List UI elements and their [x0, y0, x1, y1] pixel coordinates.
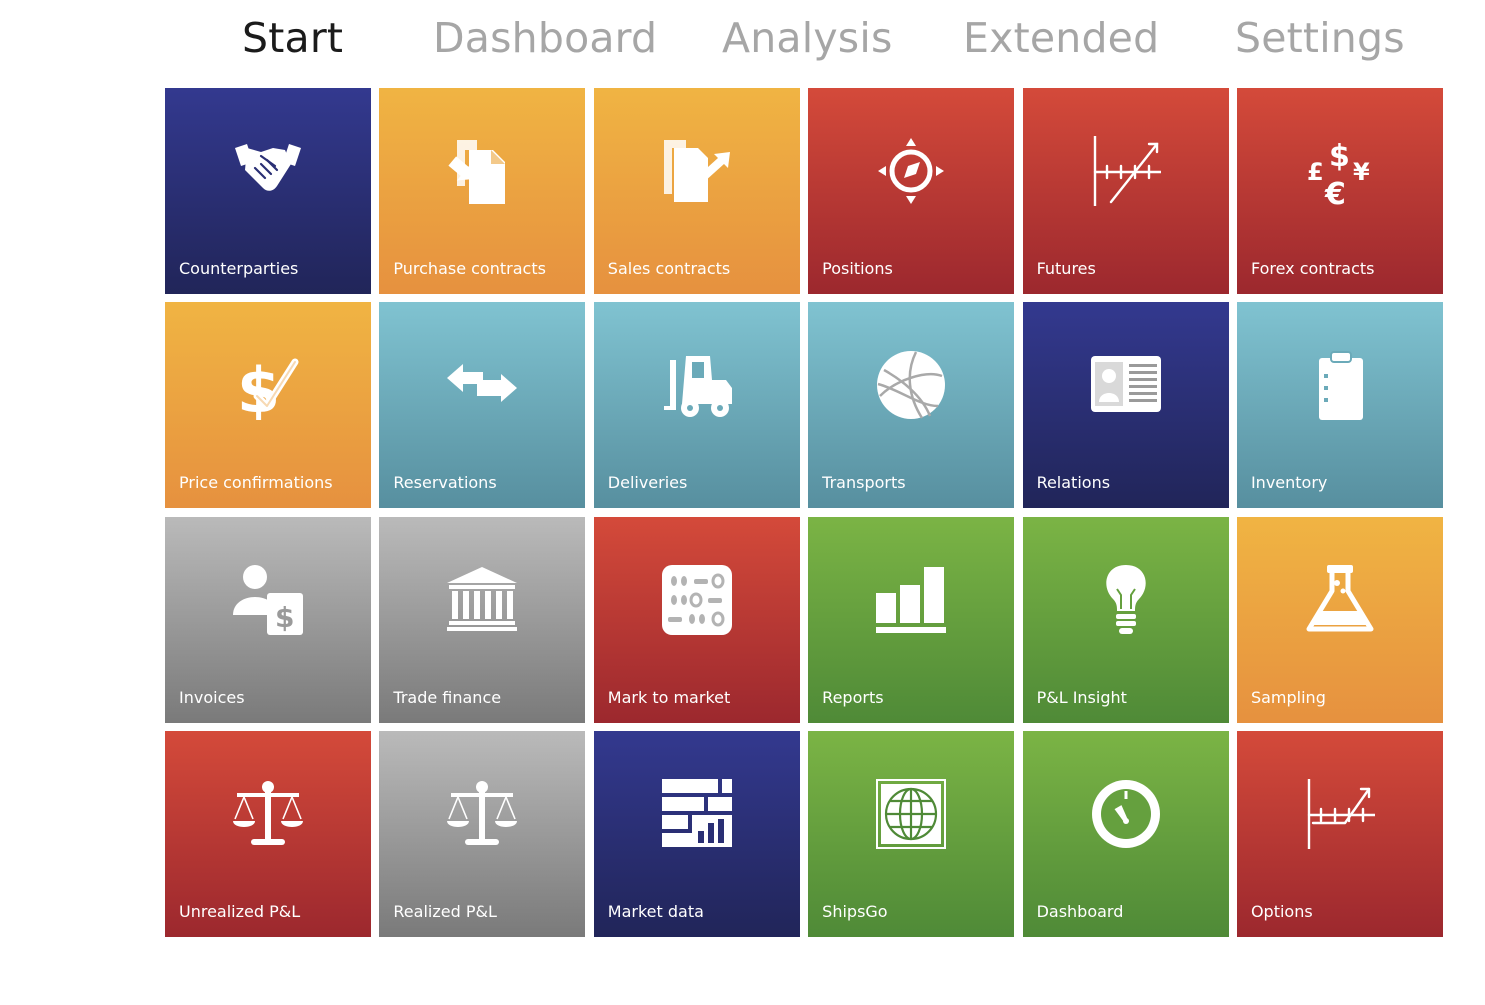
- tab-dashboard[interactable]: Dashboard: [433, 10, 657, 66]
- tile-label: P&L Insight: [1036, 687, 1127, 707]
- tile-deliveries[interactable]: Deliveries: [593, 302, 800, 509]
- tile-label: Counterparties: [179, 259, 299, 278]
- tile-reports[interactable]: Reports: [808, 516, 1015, 723]
- tile-label: Trade finance: [393, 687, 502, 707]
- gauge-icon: [1091, 779, 1161, 849]
- tile-positions[interactable]: Positions: [808, 88, 1015, 294]
- tile-label: ShipsGo: [822, 902, 888, 922]
- tile-label: Sales contracts: [607, 259, 731, 278]
- tab-settings[interactable]: Settings: [1235, 10, 1405, 66]
- tile-pl-insight[interactable]: P&L Insight: [1022, 516, 1229, 723]
- tab-analysis[interactable]: Analysis: [722, 10, 893, 66]
- tile-inventory[interactable]: Inventory: [1236, 302, 1443, 509]
- dollar-check-icon: $: [233, 350, 303, 420]
- svg-text:$: $: [275, 601, 294, 634]
- futures-chart-icon: [1091, 136, 1161, 206]
- sales-documents-icon: [662, 136, 732, 206]
- tile-label: Futures: [1036, 259, 1096, 278]
- tile-realized-pl[interactable]: Realized P&L: [379, 731, 586, 938]
- tile-shipsgo[interactable]: ShipsGo: [808, 731, 1015, 938]
- tile-label: Options: [1250, 902, 1313, 922]
- bar-chart-icon: [876, 565, 947, 635]
- svg-text:$: $: [237, 354, 280, 420]
- tile-label: Transports: [822, 473, 906, 493]
- tile-label: Price confirmations: [179, 473, 333, 493]
- tile-label: Deliveries: [607, 473, 688, 493]
- scale-icon: [447, 779, 518, 849]
- tile-label: Market data: [607, 902, 704, 922]
- tile-options[interactable]: Options: [1236, 731, 1443, 938]
- tile-counterparties[interactable]: Counterparties: [165, 88, 371, 294]
- tile-label: Sampling: [1250, 687, 1326, 707]
- tile-sampling[interactable]: Sampling: [1236, 516, 1443, 723]
- tile-market-data[interactable]: Market data: [593, 731, 800, 938]
- purchase-documents-icon: [447, 136, 517, 206]
- scale-icon: [233, 779, 303, 849]
- person-invoice-icon: $: [233, 564, 303, 635]
- tile-label: Purchase contracts: [393, 259, 546, 278]
- svg-text:$: $: [1329, 139, 1350, 174]
- tile-dashboard[interactable]: Dashboard: [1022, 731, 1229, 938]
- tile-mark-to-market[interactable]: Mark to market: [593, 516, 800, 723]
- forklift-icon: [662, 350, 732, 420]
- bank-icon: [447, 565, 518, 635]
- tile-grid: Counterparties Purchase contracts Sales …: [165, 88, 1443, 938]
- tile-price-confirmations[interactable]: $ Price confirmations: [165, 302, 371, 509]
- tile-unrealized-pl[interactable]: Unrealized P&L: [165, 731, 371, 938]
- tile-label: Positions: [822, 259, 893, 278]
- svg-text:£: £: [1307, 158, 1324, 186]
- lightbulb-icon: [1091, 564, 1161, 635]
- main-nav: Start Dashboard Analysis Extended Settin…: [0, 0, 1485, 80]
- tile-label: Dashboard: [1036, 902, 1124, 922]
- flask-icon: [1305, 564, 1375, 635]
- id-card-icon: [1090, 350, 1161, 420]
- tile-label: Unrealized P&L: [179, 902, 301, 922]
- tile-label: Mark to market: [607, 687, 731, 707]
- clipboard-icon: [1305, 350, 1375, 421]
- globe-icon: [876, 350, 946, 420]
- tile-forex-contracts[interactable]: $ £ ¥ € Forex contracts: [1236, 88, 1443, 294]
- tile-trade-finance[interactable]: Trade finance: [379, 516, 586, 723]
- tile-reservations[interactable]: Reservations: [379, 302, 586, 509]
- tile-invoices[interactable]: $ Invoices: [165, 516, 371, 723]
- tab-extended[interactable]: Extended: [963, 10, 1159, 66]
- tile-label: Invoices: [179, 687, 245, 707]
- svg-text:€: €: [1324, 177, 1346, 206]
- currency-icon: $ £ ¥ €: [1305, 136, 1375, 206]
- svg-text:¥: ¥: [1353, 158, 1370, 186]
- calculator-icon: [661, 564, 732, 635]
- tile-label: Inventory: [1250, 473, 1328, 493]
- options-chart-icon: [1305, 779, 1375, 850]
- tile-label: Relations: [1036, 473, 1111, 493]
- compass-icon: [876, 136, 946, 206]
- tile-label: Reservations: [393, 473, 497, 493]
- tile-label: Realized P&L: [393, 902, 497, 922]
- market-data-icon: [661, 779, 732, 849]
- tile-label: Reports: [822, 687, 884, 707]
- tile-label: Forex contracts: [1250, 259, 1375, 278]
- world-grid-icon: [876, 779, 947, 850]
- handshake-icon: [233, 136, 303, 206]
- tile-purchase-contracts[interactable]: Purchase contracts: [379, 88, 586, 294]
- tile-transports[interactable]: Transports: [808, 302, 1015, 509]
- tile-relations[interactable]: Relations: [1022, 302, 1229, 509]
- swap-arrows-icon: [447, 350, 518, 420]
- tab-start[interactable]: Start: [242, 10, 343, 66]
- tile-futures[interactable]: Futures: [1022, 88, 1229, 294]
- tile-sales-contracts[interactable]: Sales contracts: [593, 88, 800, 294]
